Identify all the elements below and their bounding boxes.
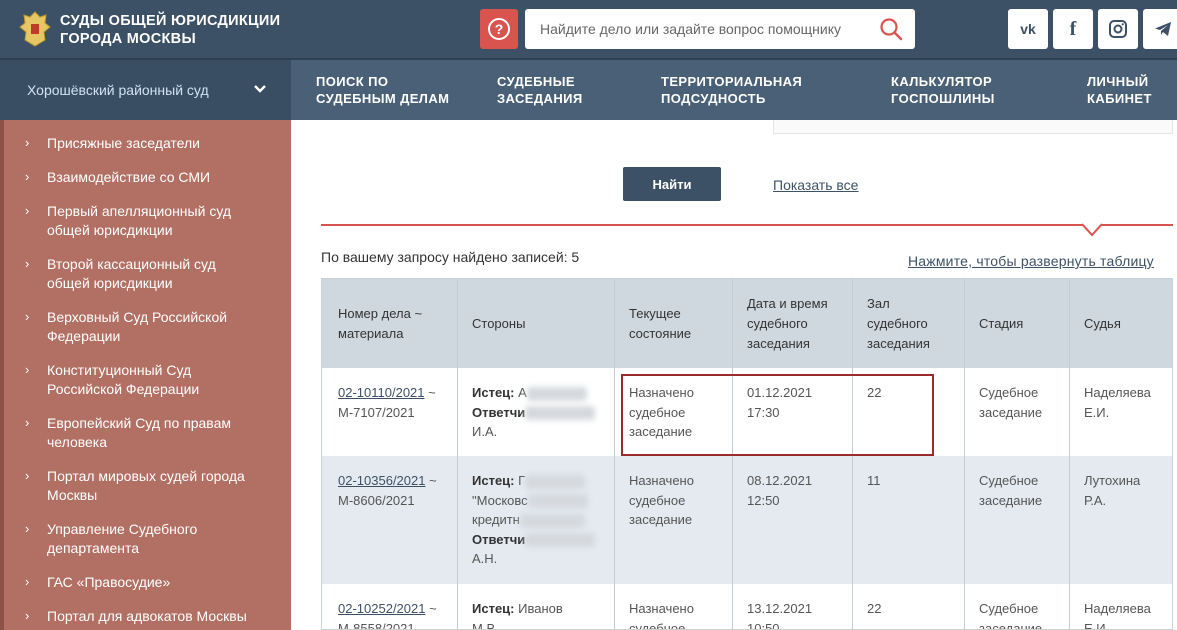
case-link[interactable]: 02-10252/2021	[338, 601, 425, 616]
court-selector[interactable]: Хорошёвский районный суд	[0, 60, 291, 120]
header-judge: Судья	[1084, 316, 1121, 331]
nav-personal-account[interactable]: ЛИЧНЫЙ КАБИНЕТ	[1087, 73, 1152, 107]
hall-cell: 22	[867, 601, 882, 616]
case-number-cell: 02-10252/2021 ~ М-8558/2021	[338, 601, 437, 630]
court-name: Хорошёвский районный суд	[27, 82, 209, 98]
case-number-cell: 02-10110/2021 ~ М-7107/2021	[338, 385, 436, 420]
chevron-right-icon: ›	[25, 415, 30, 430]
header-date[interactable]: Дата и время судебного заседания	[747, 294, 828, 354]
case-link[interactable]: 02-10356/2021	[338, 473, 425, 488]
telegram-button[interactable]	[1143, 9, 1177, 49]
header-parties: Стороны	[472, 316, 526, 331]
parties-cell: Истец: Иванов М.В.	[472, 601, 563, 630]
redacted-text	[519, 513, 585, 528]
sidebar-item-supreme-court[interactable]: Верховный Суд Российской Федерации	[47, 308, 277, 346]
section-divider	[321, 224, 1173, 226]
nav-jurisdiction[interactable]: ТЕРРИТОРИАЛЬНАЯ ПОДСУДНОСТЬ	[661, 73, 802, 107]
sidebar-item-first-appellate-court[interactable]: Первый апелляционный суд общей юрисдикци…	[47, 202, 277, 240]
sidebar: › Присяжные заседатели › Взаимодействие …	[0, 120, 291, 630]
stage-cell: Судебное заседание	[979, 385, 1043, 420]
search-input[interactable]	[525, 9, 865, 49]
redacted-text	[527, 494, 588, 509]
column-divider	[457, 279, 458, 629]
result-count: По вашему запросу найдено записей: 5	[321, 249, 580, 265]
redacted-text	[526, 386, 587, 401]
chevron-right-icon: ›	[25, 468, 30, 483]
search-icon[interactable]	[879, 17, 903, 41]
telegram-icon	[1155, 22, 1171, 36]
question-circle-icon: ?	[488, 18, 510, 40]
sidebar-item-lawyers-portal[interactable]: Портал для адвокатов Москвы	[47, 607, 277, 626]
chevron-down-icon	[254, 85, 266, 93]
chevron-right-icon: ›	[25, 135, 30, 150]
expand-table-link[interactable]: Нажмите, чтобы развернуть таблицу	[908, 253, 1154, 269]
sidebar-item-gas-pravosudie[interactable]: ГАС «Правосудие»	[47, 573, 277, 592]
nav-court-sessions[interactable]: СУДЕБНЫЕ ЗАСЕДАНИЯ	[497, 73, 583, 107]
parties-cell: Истец: Г "Московс кредитн Ответчи А.Н.	[472, 471, 596, 569]
chevron-right-icon: ›	[25, 574, 30, 589]
column-divider	[614, 279, 615, 629]
nav-case-search[interactable]: ПОИСК ПО СУДЕБНЫМ ДЕЛАМ	[316, 73, 449, 107]
sidebar-item-judicial-department[interactable]: Управление Судебного департамента	[47, 520, 277, 558]
site-title[interactable]: СУДЫ ОБЩЕЙ ЮРИСДИКЦИИ ГОРОДА МОСКВЫ	[60, 12, 280, 48]
header-hall: Зал судебного заседания	[867, 296, 930, 351]
judge-cell: Лутохина Р.А.	[1084, 473, 1141, 508]
facebook-button[interactable]: f	[1053, 9, 1093, 49]
date-cell: 13.12.2021 10:50	[747, 601, 813, 630]
chevron-right-icon: ›	[25, 169, 30, 184]
chevron-right-icon: ›	[25, 362, 30, 377]
instagram-icon	[1109, 20, 1127, 38]
sidebar-item-second-cassation-court[interactable]: Второй кассационный суд общей юрисдикции	[47, 255, 277, 293]
find-button[interactable]: Найти	[623, 167, 721, 201]
vk-icon: vk	[1020, 21, 1036, 37]
judge-cell: Наделяева Е.И.	[1084, 601, 1151, 630]
chevron-right-icon: ›	[25, 256, 30, 271]
sidebar-item-jurors[interactable]: Присяжные заседатели	[47, 134, 277, 153]
sidebar-item-constitutional-court[interactable]: Конституционный Суд Российской Федерации	[47, 361, 277, 399]
chevron-right-icon: ›	[25, 203, 30, 218]
column-divider	[1069, 279, 1070, 629]
redacted-text	[525, 533, 596, 548]
search-box	[525, 9, 915, 49]
coat-of-arms-icon	[19, 11, 51, 47]
nav-fee-calculator[interactable]: КАЛЬКУЛЯТОР ГОСПОШЛИНЫ	[891, 73, 995, 107]
chevron-right-icon: ›	[25, 521, 30, 536]
instagram-button[interactable]	[1098, 9, 1138, 49]
highlight-box	[621, 374, 934, 456]
stage-cell: Судебное заседание	[979, 473, 1043, 508]
parties-cell: Истец: А Ответчи И.А.	[472, 383, 596, 442]
show-all-link[interactable]: Показать все	[773, 177, 858, 193]
redacted-text	[525, 406, 596, 421]
state-cell: Назначено судебное заседание	[629, 473, 694, 527]
case-link[interactable]: 02-10110/2021	[338, 385, 425, 400]
facebook-icon: f	[1069, 17, 1077, 40]
date-cell: 08.12.2021 12:50	[747, 473, 813, 508]
svg-text:?: ?	[495, 21, 504, 37]
header-case-number[interactable]: Номер дела ~ материала	[338, 304, 422, 344]
redacted-text	[525, 474, 586, 489]
judge-cell: Наделяева Е.И.	[1084, 385, 1151, 420]
top-header: СУДЫ ОБЩЕЙ ЮРИСДИКЦИИ ГОРОДА МОСКВЫ ? vk…	[0, 0, 1177, 58]
case-number-cell: 02-10356/2021 ~ М-8606/2021	[338, 473, 437, 508]
vk-button[interactable]: vk	[1008, 9, 1048, 49]
state-cell: Назначено судебное	[629, 601, 694, 630]
main-navigation: Хорошёвский районный суд ПОИСК ПО СУДЕБН…	[0, 58, 1177, 120]
stage-cell: Судебное заседание	[979, 601, 1043, 630]
header-state: Текущее состояние	[629, 306, 692, 341]
hall-cell: 11	[867, 473, 881, 488]
chevron-right-icon: ›	[25, 309, 30, 324]
help-button[interactable]: ?	[480, 9, 518, 49]
sidebar-item-magistrates-portal[interactable]: Портал мировых судей города Москвы	[47, 467, 277, 505]
sidebar-item-media[interactable]: Взаимодействие со СМИ	[47, 168, 277, 187]
chevron-right-icon: ›	[25, 608, 30, 623]
column-divider	[964, 279, 965, 629]
filter-panel-bottom	[773, 120, 1173, 134]
sidebar-item-european-court[interactable]: Европейский Суд по правам человека	[47, 414, 277, 452]
header-stage: Стадия	[979, 316, 1024, 331]
divider-notch	[1082, 223, 1102, 237]
